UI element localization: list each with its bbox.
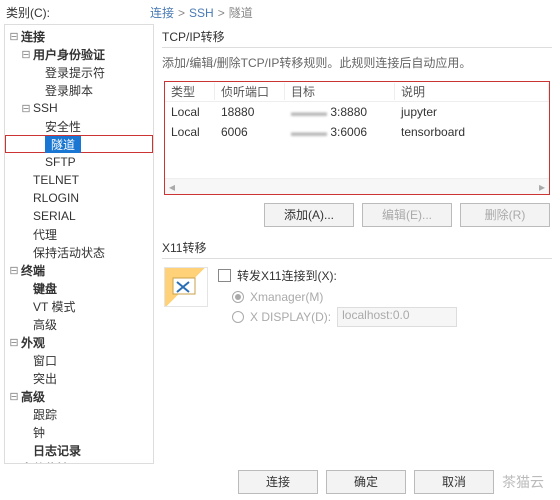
connect-button[interactable]: 连接 (238, 470, 318, 494)
tree-item-label: 文件传输 (21, 460, 69, 465)
tree-item-21[interactable]: 跟踪 (5, 405, 153, 423)
twisty-icon[interactable]: ⊟ (9, 390, 19, 403)
tree-item-label: 终端 (21, 262, 45, 279)
cell-target: ▬▬▬ 3:6006 (285, 125, 395, 139)
tree-item-6[interactable]: 隧道 (5, 135, 153, 153)
tree-item-label: 登录提示符 (45, 64, 105, 81)
tree-item-label: 代理 (33, 226, 57, 243)
tree-item-11[interactable]: 代理 (5, 225, 153, 243)
xdisplay-label: X DISPLAY(D): (250, 310, 331, 324)
tree-item-label: TELNET (33, 173, 79, 187)
col-target[interactable]: 目标 (285, 83, 395, 100)
twisty-icon[interactable]: ⊟ (9, 264, 19, 277)
twisty-icon[interactable]: ⊟ (9, 30, 19, 43)
tree-item-13[interactable]: ⊟终端 (5, 261, 153, 279)
category-tree[interactable]: ⊟连接⊟用户身份验证登录提示符登录脚本⊟SSH安全性隧道SFTPTELNETRL… (4, 24, 154, 464)
cell-listen: 6006 (215, 125, 285, 139)
tree-item-label: 突出 (33, 370, 57, 387)
tree-item-5[interactable]: 安全性 (5, 117, 153, 135)
tree-item-label: 键盘 (33, 280, 57, 297)
col-desc[interactable]: 说明 (395, 83, 549, 100)
tree-item-label: VT 模式 (33, 298, 75, 315)
watermark: 茶猫云 (502, 472, 544, 492)
tree-item-12[interactable]: 保持活动状态 (5, 243, 153, 261)
cell-target: ▬▬▬ 3:8880 (285, 105, 395, 119)
tree-item-label: 用户身份验证 (33, 46, 105, 63)
tree-item-label: 外观 (21, 334, 45, 351)
tree-item-7[interactable]: SFTP (5, 153, 153, 171)
cancel-button[interactable]: 取消 (414, 470, 494, 494)
cell-type: Local (165, 125, 215, 139)
tree-item-15[interactable]: VT 模式 (5, 297, 153, 315)
tree-item-label: 窗口 (33, 352, 57, 369)
tree-item-20[interactable]: ⊟高级 (5, 387, 153, 405)
tree-item-8[interactable]: TELNET (5, 171, 153, 189)
tree-item-label: 高级 (33, 316, 57, 333)
tree-item-label: SFTP (45, 155, 76, 169)
col-type[interactable]: 类型 (165, 83, 215, 100)
x11-icon (164, 267, 208, 307)
tree-item-22[interactable]: 钟 (5, 423, 153, 441)
tree-item-23[interactable]: 日志记录 (5, 441, 153, 459)
tree-item-0[interactable]: ⊟连接 (5, 27, 153, 45)
tree-item-label: 连接 (21, 28, 45, 45)
tree-item-4[interactable]: ⊟SSH (5, 99, 153, 117)
tree-item-14[interactable]: 键盘 (5, 279, 153, 297)
xdisplay-input: localhost:0.0 (337, 307, 457, 327)
tree-item-16[interactable]: 高级 (5, 315, 153, 333)
tree-item-2[interactable]: 登录提示符 (5, 63, 153, 81)
xmanager-label: Xmanager(M) (250, 290, 323, 304)
breadcrumb-link-conn[interactable]: 连接 (150, 6, 174, 20)
twisty-icon[interactable]: ⊟ (21, 48, 31, 61)
tree-item-label: 登录脚本 (45, 82, 93, 99)
x11-title: X11转移 (162, 239, 552, 256)
tree-item-24[interactable]: ⊟文件传输 (5, 459, 153, 464)
table-row[interactable]: Local6006▬▬▬ 3:6006tensorboard (165, 122, 549, 142)
breadcrumb: 连接>SSH>隧道 (150, 4, 253, 21)
tree-item-label: 跟踪 (33, 406, 57, 423)
edit-button: 编辑(E)... (362, 203, 452, 227)
tree-item-label: 安全性 (45, 118, 81, 135)
col-listen[interactable]: 侦听端口 (215, 83, 285, 100)
tree-item-19[interactable]: 突出 (5, 369, 153, 387)
tree-item-label: SERIAL (33, 209, 76, 223)
add-button[interactable]: 添加(A)... (264, 203, 354, 227)
tree-item-1[interactable]: ⊟用户身份验证 (5, 45, 153, 63)
remove-button: 删除(R) (460, 203, 550, 227)
xmanager-radio (232, 291, 244, 303)
tree-item-label: 隧道 (45, 136, 81, 153)
tree-item-3[interactable]: 登录脚本 (5, 81, 153, 99)
x11-forward-checkbox[interactable] (218, 269, 231, 282)
tree-item-17[interactable]: ⊟外观 (5, 333, 153, 351)
category-label: 类别(C): (6, 4, 150, 21)
tree-item-9[interactable]: RLOGIN (5, 189, 153, 207)
tree-item-label: 日志记录 (33, 442, 81, 459)
ok-button[interactable]: 确定 (326, 470, 406, 494)
twisty-icon[interactable]: ⊟ (9, 462, 19, 465)
breadcrumb-current: 隧道 (229, 6, 253, 20)
cell-desc: jupyter (395, 105, 549, 119)
twisty-icon[interactable]: ⊟ (21, 102, 31, 115)
tcpip-desc: 添加/编辑/删除TCP/IP转移规则。此规则连接后自动应用。 (162, 54, 552, 71)
tree-item-label: SSH (33, 101, 58, 115)
breadcrumb-link-ssh[interactable]: SSH (189, 6, 214, 20)
table-row[interactable]: Local18880▬▬▬ 3:8880jupyter (165, 102, 549, 122)
tree-item-10[interactable]: SERIAL (5, 207, 153, 225)
cell-type: Local (165, 105, 215, 119)
tree-item-label: RLOGIN (33, 191, 79, 205)
cell-listen: 18880 (215, 105, 285, 119)
h-scrollbar[interactable]: ◂▸ (165, 178, 549, 194)
tree-item-label: 高级 (21, 388, 45, 405)
xdisplay-radio (232, 311, 244, 323)
x11-forward-label: 转发X11连接到(X): (237, 267, 337, 284)
tcpip-title: TCP/IP转移 (162, 28, 552, 45)
cell-desc: tensorboard (395, 125, 549, 139)
forwarding-table[interactable]: 类型 侦听端口 目标 说明 Local18880▬▬▬ 3:8880jupyte… (164, 81, 550, 195)
tree-item-label: 保持活动状态 (33, 244, 105, 261)
tree-item-18[interactable]: 窗口 (5, 351, 153, 369)
tree-item-label: 钟 (33, 424, 45, 441)
twisty-icon[interactable]: ⊟ (9, 336, 19, 349)
